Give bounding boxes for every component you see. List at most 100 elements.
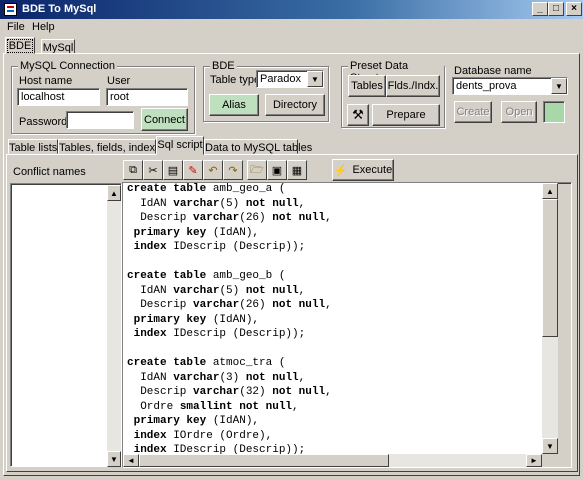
sql-token: create table: [127, 183, 207, 195]
sql-token: ,: [298, 197, 306, 210]
redo-icon[interactable]: ↷: [223, 160, 243, 180]
save-icon[interactable]: ▣: [267, 160, 287, 180]
sql-token: atmoc_tra (: [206, 357, 286, 369]
conflict-scroll-down-icon[interactable]: ▼: [107, 451, 121, 467]
sql-line: Descrip varchar(26) not null,: [123, 212, 542, 227]
sql-line: [123, 256, 542, 271]
sql-token: ,: [325, 299, 332, 311]
sql-token: varchar: [193, 386, 240, 398]
sql-token: ,: [325, 386, 332, 398]
tab-tables-fields-indexes[interactable]: Tables, fields, indexes: [58, 139, 167, 154]
horizontal-scroll-thumb[interactable]: [139, 454, 389, 467]
sql-line: create table amb_geo_b (: [123, 270, 542, 285]
password-input[interactable]: [66, 111, 134, 129]
sql-token: not null: [245, 371, 299, 384]
copy-icon[interactable]: ⧉: [123, 160, 143, 180]
scroll-left-icon[interactable]: ◄: [123, 454, 139, 467]
tab-mysql[interactable]: MySql: [41, 39, 75, 54]
password-label: Password: [19, 116, 68, 128]
paste-icon[interactable]: ▤: [163, 160, 183, 180]
conflict-scroll-up-icon[interactable]: ▲: [107, 185, 121, 201]
menu-help[interactable]: Help: [32, 21, 55, 33]
table-type-label: Table type: [210, 74, 261, 86]
open-folder-icon[interactable]: 🗁: [247, 160, 267, 180]
editor-horizontal-scrollbar[interactable]: ◄ ►: [123, 454, 542, 467]
tools-button[interactable]: ⚒: [347, 104, 369, 126]
sql-token: IDescrip (Descrip));: [166, 328, 306, 340]
sql-token: varchar: [173, 284, 220, 297]
user-input[interactable]: root: [106, 88, 188, 106]
execute-icon: ⚡: [333, 164, 348, 177]
scroll-down-icon[interactable]: ▼: [542, 438, 558, 454]
sql-token: (3): [219, 371, 246, 384]
prepare-button[interactable]: Prepare: [372, 104, 440, 126]
menu-file[interactable]: File: [7, 21, 25, 33]
save-as-icon[interactable]: ▦: [287, 160, 307, 180]
tab-sql-script[interactable]: Sql script: [156, 136, 204, 155]
sql-token: primary key: [127, 313, 207, 326]
sql-token: ,: [298, 284, 306, 297]
close-icon[interactable]: ×: [566, 2, 582, 16]
editor-vertical-scrollbar[interactable]: ▲ ▼: [542, 183, 558, 454]
open-button[interactable]: Open: [501, 101, 537, 123]
sql-token: Descrip: [127, 212, 194, 224]
sql-line: IdAN varchar(5) not null,: [123, 285, 542, 300]
sql-token: varchar: [173, 371, 220, 384]
sql-token: not null: [272, 386, 326, 398]
sql-token: (26): [239, 212, 273, 224]
scroll-up-icon[interactable]: ▲: [542, 183, 558, 199]
tab-table-lists-label: Table lists: [9, 142, 58, 154]
host-input[interactable]: localhost: [17, 88, 100, 106]
database-dropdown-icon[interactable]: ▼: [551, 78, 567, 94]
database-name-label: Database name: [454, 65, 532, 77]
alias-button[interactable]: Alias: [209, 94, 259, 116]
sql-token: ,: [325, 212, 332, 224]
scroll-right-icon[interactable]: ►: [526, 454, 542, 467]
sql-token: (IdAN),: [206, 313, 260, 326]
sql-token: IOrdre (Ordre),: [166, 429, 273, 442]
undo-icon[interactable]: ↶: [203, 160, 223, 180]
sql-token: not null: [245, 284, 299, 297]
cut-icon[interactable]: ✂: [143, 160, 163, 180]
conflict-names-label: Conflict names: [13, 166, 86, 178]
sql-line: index IOrdre (Ordre),: [123, 430, 542, 445]
minimize-icon[interactable]: _: [532, 2, 548, 16]
create-button[interactable]: Create: [454, 101, 492, 123]
sql-token: not null: [272, 299, 326, 311]
table-type-dropdown-icon[interactable]: ▼: [307, 71, 323, 87]
erase-icon[interactable]: ✎: [183, 160, 203, 180]
sql-token: (32): [239, 386, 273, 398]
sql-token: (IdAN),: [206, 226, 260, 239]
vertical-scroll-thumb[interactable]: [542, 199, 558, 337]
sql-token: ,: [298, 371, 306, 384]
sql-line: Descrip varchar(32) not null,: [123, 386, 542, 401]
tools-icon: ⚒: [352, 107, 364, 122]
sql-token: IdAN: [127, 284, 174, 297]
directory-button[interactable]: Directory: [265, 94, 325, 116]
conflict-names-list[interactable]: ▲ ▼: [10, 183, 122, 467]
tab-data-to-mysql[interactable]: Data to MySQL tables: [204, 139, 312, 154]
conflict-scrollbar[interactable]: ▲ ▼: [107, 185, 121, 467]
tab-bde[interactable]: BDE: [5, 37, 35, 54]
sql-token: Descrip: [127, 299, 194, 311]
sql-token: varchar: [193, 299, 240, 311]
sql-token: IDescrip (Descrip));: [166, 444, 306, 454]
window-title: BDE To MySql: [22, 3, 97, 15]
sql-token: index: [127, 328, 167, 340]
execute-button[interactable]: ⚡ Execute: [332, 159, 394, 181]
tables-button[interactable]: Tables: [348, 75, 386, 97]
sql-token: (5): [219, 284, 246, 297]
sql-token: IdAN: [127, 371, 174, 384]
sql-token: amb_geo_a (: [206, 183, 286, 195]
tab-table-lists[interactable]: Table lists: [8, 139, 58, 154]
maximize-icon[interactable]: □: [548, 2, 564, 16]
sql-line: [123, 343, 542, 358]
sql-line: create table amb_geo_a (: [123, 183, 542, 198]
sql-token: create table: [127, 357, 207, 369]
sql-line: create table atmoc_tra (: [123, 357, 542, 372]
sql-script-editor[interactable]: create table amb_geo_a ( IdAN varchar(5)…: [123, 183, 542, 454]
sql-token: not null: [245, 197, 299, 210]
title-bar[interactable]: BDE To MySql _ □ ×: [0, 0, 583, 19]
connect-button[interactable]: Connect: [141, 108, 188, 131]
flds-indx-button[interactable]: Flds./Indx.: [386, 75, 440, 97]
